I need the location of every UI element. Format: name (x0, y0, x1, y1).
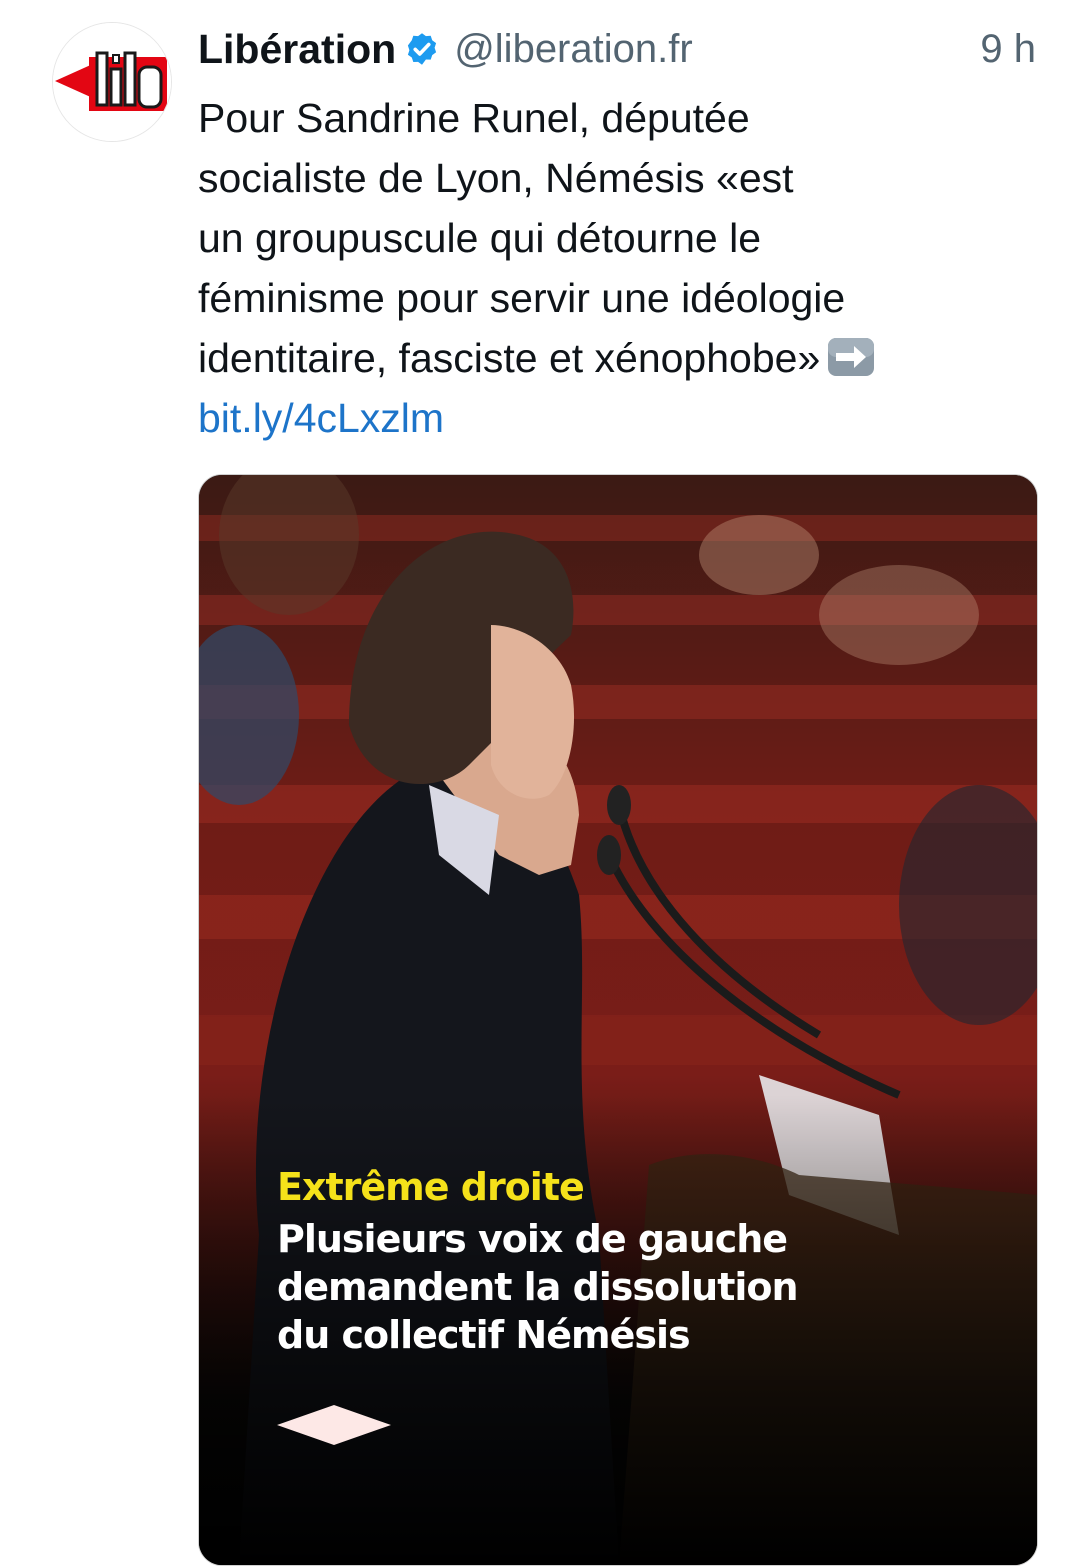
tweet-link[interactable]: bit.ly/4cLxzlm (198, 395, 444, 441)
media-headline: Plusieurs voix de gauche demandent la di… (277, 1215, 997, 1359)
diamond-logo-icon (277, 1405, 391, 1445)
tweet-text-line: Pour Sandrine Runel, députée (198, 95, 750, 141)
libe-logo-icon (53, 23, 171, 141)
tweet-timestamp[interactable]: 9 h (980, 22, 1036, 76)
verified-badge-icon (408, 33, 437, 65)
tweet-text-line: féminisme pour servir une idéologie (198, 275, 846, 321)
author-handle[interactable]: @liberation.fr (454, 27, 692, 72)
tweet-media-image[interactable]: Extrême droite Plusieurs voix de gauche … (198, 474, 1038, 1566)
media-headline-line: Plusieurs voix de gauche (277, 1217, 788, 1261)
media-kicker: Extrême droite (277, 1165, 585, 1209)
tweet-text: Pour Sandrine Runel, députée socialiste … (198, 88, 1048, 448)
right-arrow-emoji-icon (828, 338, 875, 376)
author-display-name[interactable]: Libération (198, 26, 396, 73)
media-headline-line: du collectif Némésis (277, 1313, 691, 1357)
speaker-photo (199, 475, 1037, 1565)
tweet-text-line-with-emoji: identitaire, fasciste et xénophobe» (198, 328, 1048, 388)
tweet-text-line: un groupuscule qui détourne le (198, 215, 762, 261)
author-avatar[interactable] (52, 22, 172, 142)
tweet-text-line: identitaire, fasciste et xénophobe» (198, 335, 821, 381)
tweet-header: Libération @liberation.fr 9 h (198, 22, 1038, 76)
media-headline-line: demandent la dissolution (277, 1265, 799, 1309)
tweet-text-line: socialiste de Lyon, Némésis «est (198, 155, 794, 201)
tweet-link-line: bit.ly/4cLxzlm (198, 388, 1048, 448)
